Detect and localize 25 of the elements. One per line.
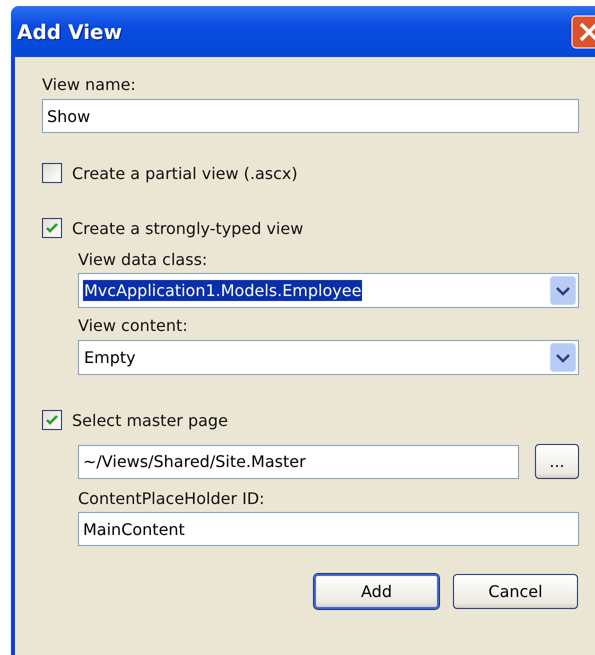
checkbox[interactable] — [42, 163, 62, 183]
window-title: Add View — [17, 20, 122, 44]
dropdown[interactable]: Empty — [78, 340, 579, 375]
chevron-down-icon — [550, 343, 576, 372]
checkbox[interactable] — [42, 218, 62, 238]
checkbox-label: Create a strongly-typed view — [72, 218, 304, 238]
checkmark-icon — [45, 413, 59, 427]
field-label: View content: — [78, 316, 189, 335]
browse-button[interactable]: ... — [535, 444, 579, 479]
checkmark-icon — [45, 221, 59, 235]
field-label: View name: — [42, 75, 137, 94]
dropdown-value: Empty — [83, 347, 137, 368]
checkbox-label: Create a partial view (.ascx) — [72, 164, 298, 182]
chevron-down-icon — [550, 276, 576, 305]
field-label: View data class: — [78, 250, 208, 269]
checkbox-label: Select master page — [72, 410, 228, 430]
field-label: ContentPlaceHolder ID: — [78, 489, 266, 508]
input-field[interactable]: Show — [42, 99, 579, 133]
checkbox[interactable] — [42, 410, 62, 430]
dialog-button[interactable]: Cancel — [453, 574, 578, 609]
dropdown-value: MvcApplication1.Models.Employee — [83, 280, 362, 301]
dialog-button[interactable]: Add — [314, 574, 439, 609]
input-field[interactable]: ~/Views/Shared/Site.Master — [78, 444, 519, 478]
input-field[interactable]: MainContent — [78, 512, 579, 546]
dropdown[interactable]: MvcApplication1.Models.Employee — [78, 273, 579, 308]
